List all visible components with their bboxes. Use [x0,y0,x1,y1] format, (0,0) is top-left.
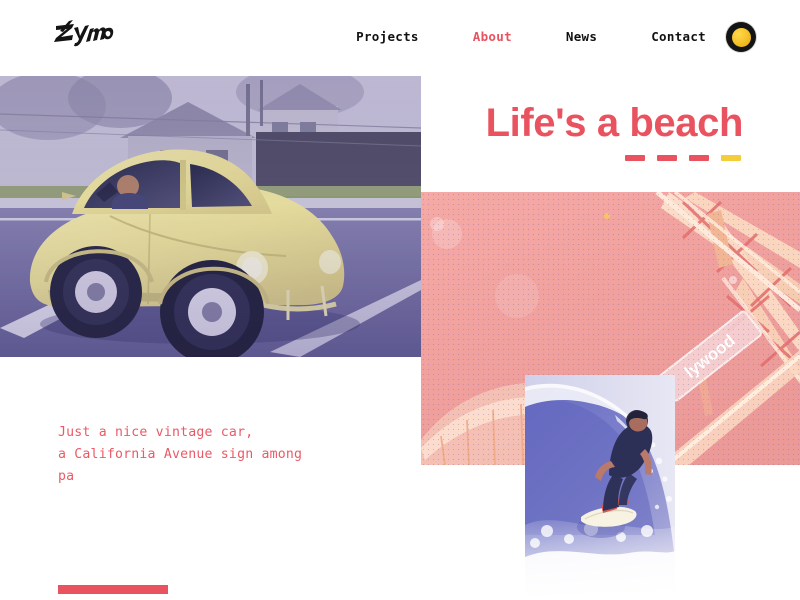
surf-photo-illustration [525,375,675,600]
yellow-dot-badge-icon[interactable] [726,22,756,52]
surfer-photo [525,375,675,600]
nav-link-contact[interactable]: Contact [651,25,706,49]
caption-line-1: Just a nice vintage car, [58,425,254,440]
dash-2 [657,155,677,161]
dash-4-accent [721,155,741,161]
badge-inner-dot [731,27,751,47]
dash-3 [689,155,709,161]
vintage-car-photo [0,76,421,357]
hero-headline-block: Life's a beach [486,100,743,161]
main-navigation: Projects About News Contact [356,22,756,52]
caption-line-3: pa [58,469,75,484]
hero-caption: Just a nice vintage car, a California Av… [58,422,358,488]
nav-link-about[interactable]: About [473,25,512,49]
accent-rule [58,585,168,594]
brand-logo[interactable] [52,18,114,48]
nav-link-projects[interactable]: Projects [356,25,419,49]
nav-link-news[interactable]: News [566,25,597,49]
car-photo-illustration [0,76,421,357]
caption-line-2: a California Avenue sign among [58,447,303,462]
script-wordmark-logo-icon [54,20,114,47]
page-title: Life's a beach [485,101,744,145]
dash-1 [625,155,645,161]
headline-dash-decoration [486,155,743,161]
page-root: lywood Projects About News Contact Life'… [0,0,800,600]
site-header: Projects About News Contact [0,0,800,72]
